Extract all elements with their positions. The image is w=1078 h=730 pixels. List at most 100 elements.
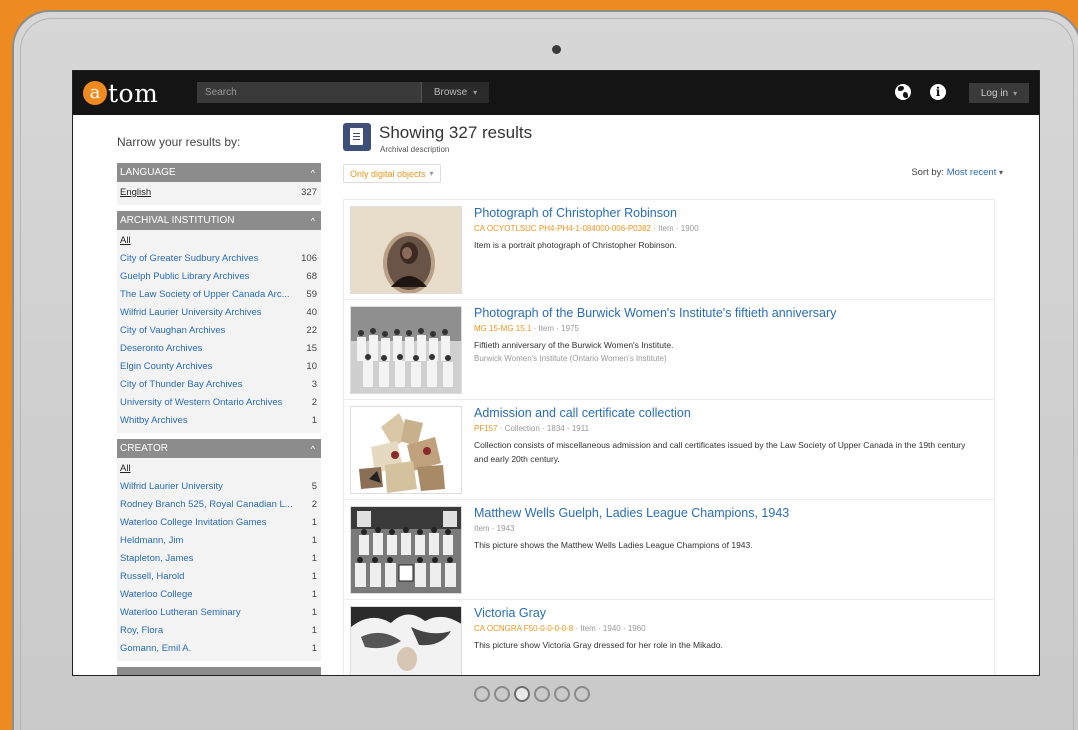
- result-description: Fiftieth anniversary of the Burwick Wome…: [474, 340, 674, 350]
- facet-item-count: 327: [301, 186, 317, 198]
- facet-item-count: 2: [311, 396, 317, 408]
- facet-item-name: Guelph Public Library Archives: [120, 270, 250, 282]
- results-main: Showing 327 results Archival description…: [343, 115, 1003, 675]
- facet-item[interactable]: Waterloo College 1: [117, 585, 321, 603]
- facet-item-count: 1: [311, 642, 317, 654]
- portrait-photo-image: [351, 207, 461, 293]
- facet-item-name: Heldmann, Jim: [120, 534, 184, 546]
- facet-sidebar: Narrow your results by: Language ^ Engli…: [117, 115, 321, 675]
- result-meta: CA OCYOTLSUC PH4-PH4-1-084000-006-P0382 …: [474, 224, 699, 233]
- sort-control[interactable]: Sort by: Most recent ▾: [911, 167, 1003, 178]
- result-thumbnail[interactable]: [350, 606, 462, 675]
- atom-logo[interactable]: a tom: [83, 79, 158, 108]
- facet-item-name: Roy, Flora: [120, 624, 164, 636]
- result-title[interactable]: Matthew Wells Guelph, Ladies League Cham…: [474, 506, 789, 520]
- login-label: Log in: [980, 87, 1009, 99]
- facet-item-name: City of Vaughan Archives: [120, 324, 226, 336]
- certificates-photo-image: [351, 407, 461, 493]
- facet-item-count: 1: [311, 588, 317, 600]
- facet-item-count: 1: [311, 552, 317, 564]
- facet-item[interactable]: Deseronto Archives 15: [117, 339, 321, 357]
- facet-item-name: All: [120, 234, 131, 246]
- results-header: Showing 327 results Archival description…: [343, 115, 1003, 183]
- facet-header-archival-institution[interactable]: Archival institution ^: [117, 211, 321, 230]
- facet-item[interactable]: Gomann, Emil A. 1: [117, 639, 321, 657]
- facet-header-creator[interactable]: Creator ^: [117, 439, 321, 458]
- facet-item[interactable]: Waterloo Lutheran Seminary 1: [117, 603, 321, 621]
- facet-item[interactable]: Elgin County Archives 10: [117, 357, 321, 375]
- chevron-up-icon: ^: [310, 167, 315, 178]
- facet-header-next[interactable]: [117, 667, 321, 675]
- filter-label: Only digital objects: [350, 168, 426, 179]
- facet-item-count: 68: [306, 270, 317, 282]
- carousel-dot[interactable]: [474, 686, 490, 702]
- facet-item-count: 15: [306, 342, 317, 354]
- facet-item-count: 5: [311, 480, 317, 492]
- facet-header-language[interactable]: Language ^: [117, 163, 321, 182]
- result-title[interactable]: Victoria Gray: [474, 606, 546, 620]
- info-icon[interactable]: i: [930, 84, 946, 100]
- carousel-dot[interactable]: [494, 686, 510, 702]
- result-description: This picture show Victoria Gray dressed …: [474, 640, 723, 650]
- facet-item-name: City of Greater Sudbury Archives: [120, 252, 259, 264]
- group-photo-image: [351, 307, 461, 393]
- facet-item[interactable]: City of Thunder Bay Archives 3: [117, 375, 321, 393]
- facet-item[interactable]: Whitby Archives 1: [117, 411, 321, 429]
- facet-item[interactable]: All: [117, 459, 321, 477]
- result-title[interactable]: Photograph of Christopher Robinson: [474, 206, 677, 220]
- document-icon: [343, 123, 371, 151]
- app-screen: a tom Browse ▾ i Log in ▾ Narrow your re…: [72, 70, 1040, 676]
- chevron-down-icon: ▾: [473, 88, 478, 97]
- facet-item[interactable]: City of Vaughan Archives 22: [117, 321, 321, 339]
- result-thumbnail[interactable]: [350, 406, 462, 494]
- facet-item[interactable]: All: [117, 231, 321, 249]
- facet-item[interactable]: English 327: [117, 183, 321, 201]
- facet-item[interactable]: Russell, Harold 1: [117, 567, 321, 585]
- facet-item-name: Elgin County Archives: [120, 360, 213, 372]
- carousel-dot[interactable]: [554, 686, 570, 702]
- facet-item[interactable]: University of Western Ontario Archives 2: [117, 393, 321, 411]
- facet-item[interactable]: Roy, Flora 1: [117, 621, 321, 639]
- costume-photo-image: [351, 607, 461, 675]
- result-level-date: · Item · 1940 - 1960: [573, 624, 646, 633]
- facet-item-name: University of Western Ontario Archives: [120, 396, 283, 408]
- facet-item[interactable]: Heldmann, Jim 1: [117, 531, 321, 549]
- facet-item[interactable]: Guelph Public Library Archives 68: [117, 267, 321, 285]
- result-reference: CA OCNGRA F50-0-0-0-0-8: [474, 624, 574, 633]
- carousel-dot[interactable]: [574, 686, 590, 702]
- camera-dot: [552, 45, 561, 54]
- facet-item[interactable]: Stapleton, James 1: [117, 549, 321, 567]
- result-level-date: · Collection · 1834 - 1911: [497, 424, 590, 433]
- result-meta: Item · 1943: [474, 524, 514, 533]
- browse-button[interactable]: Browse ▾: [421, 82, 489, 103]
- facet-item[interactable]: The Law Society of Upper Canada Arc... 59: [117, 285, 321, 303]
- login-button[interactable]: Log in ▾: [969, 83, 1029, 103]
- narrow-results-heading: Narrow your results by:: [117, 135, 241, 149]
- facet-title: Language: [120, 167, 176, 178]
- result-thumbnail[interactable]: [350, 506, 462, 594]
- facet-item[interactable]: Rodney Branch 525, Royal Canadian L... 2: [117, 495, 321, 513]
- team-photo-image: [351, 507, 461, 593]
- digital-objects-filter[interactable]: Only digital objects ▾: [343, 164, 441, 183]
- search-input[interactable]: [197, 82, 421, 103]
- facet-item[interactable]: Wilfrid Laurier University Archives 40: [117, 303, 321, 321]
- result-item: Admission and call certificate collectio…: [344, 400, 994, 500]
- facet-item[interactable]: Wilfrid Laurier University 5: [117, 477, 321, 495]
- result-reference: MG 15-MG 15.1: [474, 324, 532, 333]
- facet-item-name: Wilfrid Laurier University Archives: [120, 306, 262, 318]
- facet-title: Archival institution: [120, 215, 235, 226]
- carousel-dot[interactable]: [534, 686, 550, 702]
- globe-icon[interactable]: [895, 84, 911, 100]
- result-thumbnail[interactable]: [350, 206, 462, 294]
- facet-item-name: Deseronto Archives: [120, 342, 203, 354]
- carousel-dot-active[interactable]: [514, 686, 530, 702]
- facet-list-language: English 327: [117, 182, 321, 205]
- facet-item[interactable]: City of Greater Sudbury Archives 106: [117, 249, 321, 267]
- result-thumbnail[interactable]: [350, 306, 462, 394]
- facet-list-creator: All Wilfrid Laurier University 5 Rodney B…: [117, 458, 321, 661]
- result-title[interactable]: Photograph of the Burwick Women's Instit…: [474, 306, 836, 320]
- chevron-up-icon: ^: [310, 443, 315, 454]
- facet-item[interactable]: Waterloo College Invitation Games 1: [117, 513, 321, 531]
- facet-item-name: Waterloo College: [120, 588, 193, 600]
- result-title[interactable]: Admission and call certificate collectio…: [474, 406, 691, 420]
